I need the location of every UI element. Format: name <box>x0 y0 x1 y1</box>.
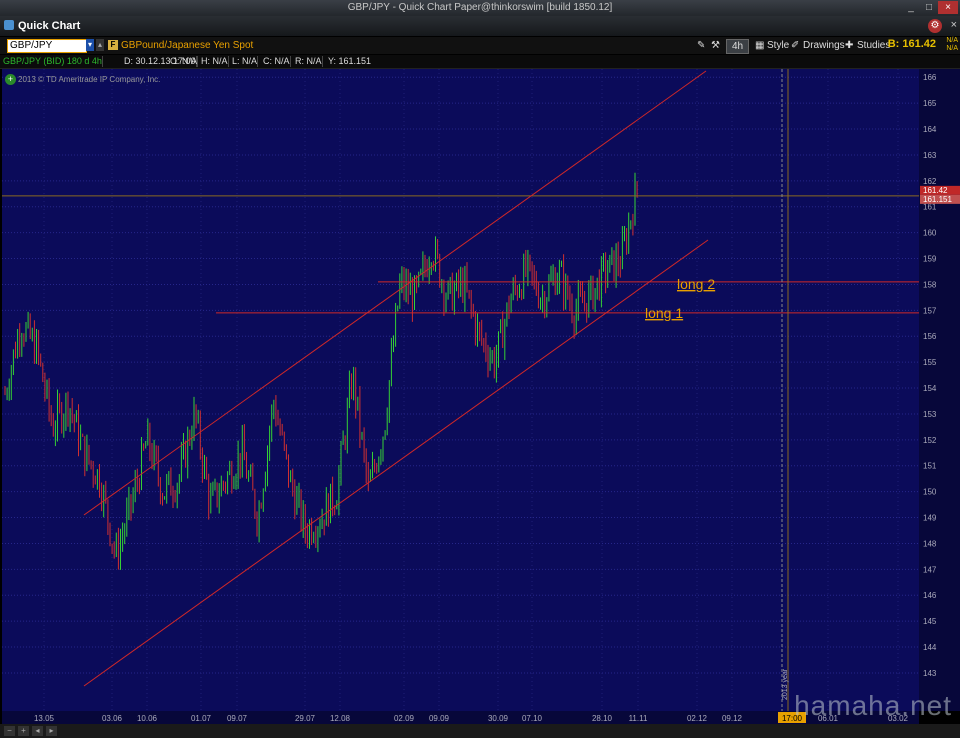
cursor-year-label: 2013 year <box>782 668 789 700</box>
annotation-long-1: long 1 <box>645 305 683 321</box>
scroll-left-icon[interactable]: ◂ <box>32 726 43 736</box>
y-tick-label: 158 <box>923 280 937 289</box>
x-tick-label: 01.07 <box>191 714 212 723</box>
x-tick-label: 28.10 <box>592 714 613 723</box>
y-tick-label: 162 <box>923 177 937 186</box>
x-tick-label: 09.09 <box>429 714 450 723</box>
y-tick-label: 152 <box>923 436 937 445</box>
x-tick-label: 07.10 <box>522 714 543 723</box>
watermark: hamaha.net <box>794 690 952 721</box>
x-tick-label: 12.08 <box>330 714 351 723</box>
y-tick-label: 147 <box>923 565 937 574</box>
copyright-text: 2013 © TD Ameritrade IP Company, Inc. <box>18 75 161 84</box>
y-tick-label: 154 <box>923 384 937 393</box>
x-tick-label: 09.12 <box>722 714 743 723</box>
x-tick-label: 09.07 <box>227 714 248 723</box>
y-tick-label: 143 <box>923 669 937 678</box>
chart-scrollbar[interactable]: − + ◂ ▸ <box>0 724 960 738</box>
x-tick-label: 11.11 <box>629 714 648 723</box>
cursor-price-label: 161.151 <box>923 195 952 204</box>
y-tick-label: 166 <box>923 73 937 82</box>
y-tick-label: 145 <box>923 617 937 626</box>
y-tick-label: 148 <box>923 539 937 548</box>
x-tick-label: 03.06 <box>102 714 123 723</box>
y-tick-label: 155 <box>923 358 937 367</box>
y-tick-label: 151 <box>923 462 937 471</box>
y-tick-label: 157 <box>923 306 937 315</box>
x-tick-label: 30.09 <box>488 714 509 723</box>
current-price-label: 161.42 <box>923 186 948 195</box>
y-tick-label: 163 <box>923 151 937 160</box>
x-tick-label: 10.06 <box>137 714 158 723</box>
annotation-long-2: long 2 <box>677 276 715 292</box>
y-tick-label: 144 <box>923 643 937 652</box>
y-tick-label: 160 <box>923 229 937 238</box>
y-tick-label: 165 <box>923 99 937 108</box>
y-tick-label: 153 <box>923 410 937 419</box>
price-chart[interactable]: 143 144 145 146 147 148 149 150 151 152 153 154 155 1… <box>0 0 960 738</box>
zoom-in-icon[interactable]: + <box>18 726 29 736</box>
y-tick-label: 150 <box>923 488 937 497</box>
add-study-icon[interactable]: + <box>5 74 16 85</box>
x-tick-label: 29.07 <box>295 714 316 723</box>
y-tick-label: 149 <box>923 514 937 523</box>
y-tick-label: 159 <box>923 255 937 264</box>
plot-area <box>2 69 919 711</box>
scroll-right-icon[interactable]: ▸ <box>46 726 57 736</box>
x-tick-label: 02.12 <box>687 714 708 723</box>
x-tick-label: 02.09 <box>394 714 415 723</box>
zoom-out-icon[interactable]: − <box>4 726 15 736</box>
y-tick-label: 156 <box>923 332 937 341</box>
y-tick-label: 146 <box>923 591 937 600</box>
y-tick-label: 164 <box>923 125 937 134</box>
x-tick-label: 13.05 <box>34 714 55 723</box>
y-tick-label: 161 <box>923 203 937 212</box>
